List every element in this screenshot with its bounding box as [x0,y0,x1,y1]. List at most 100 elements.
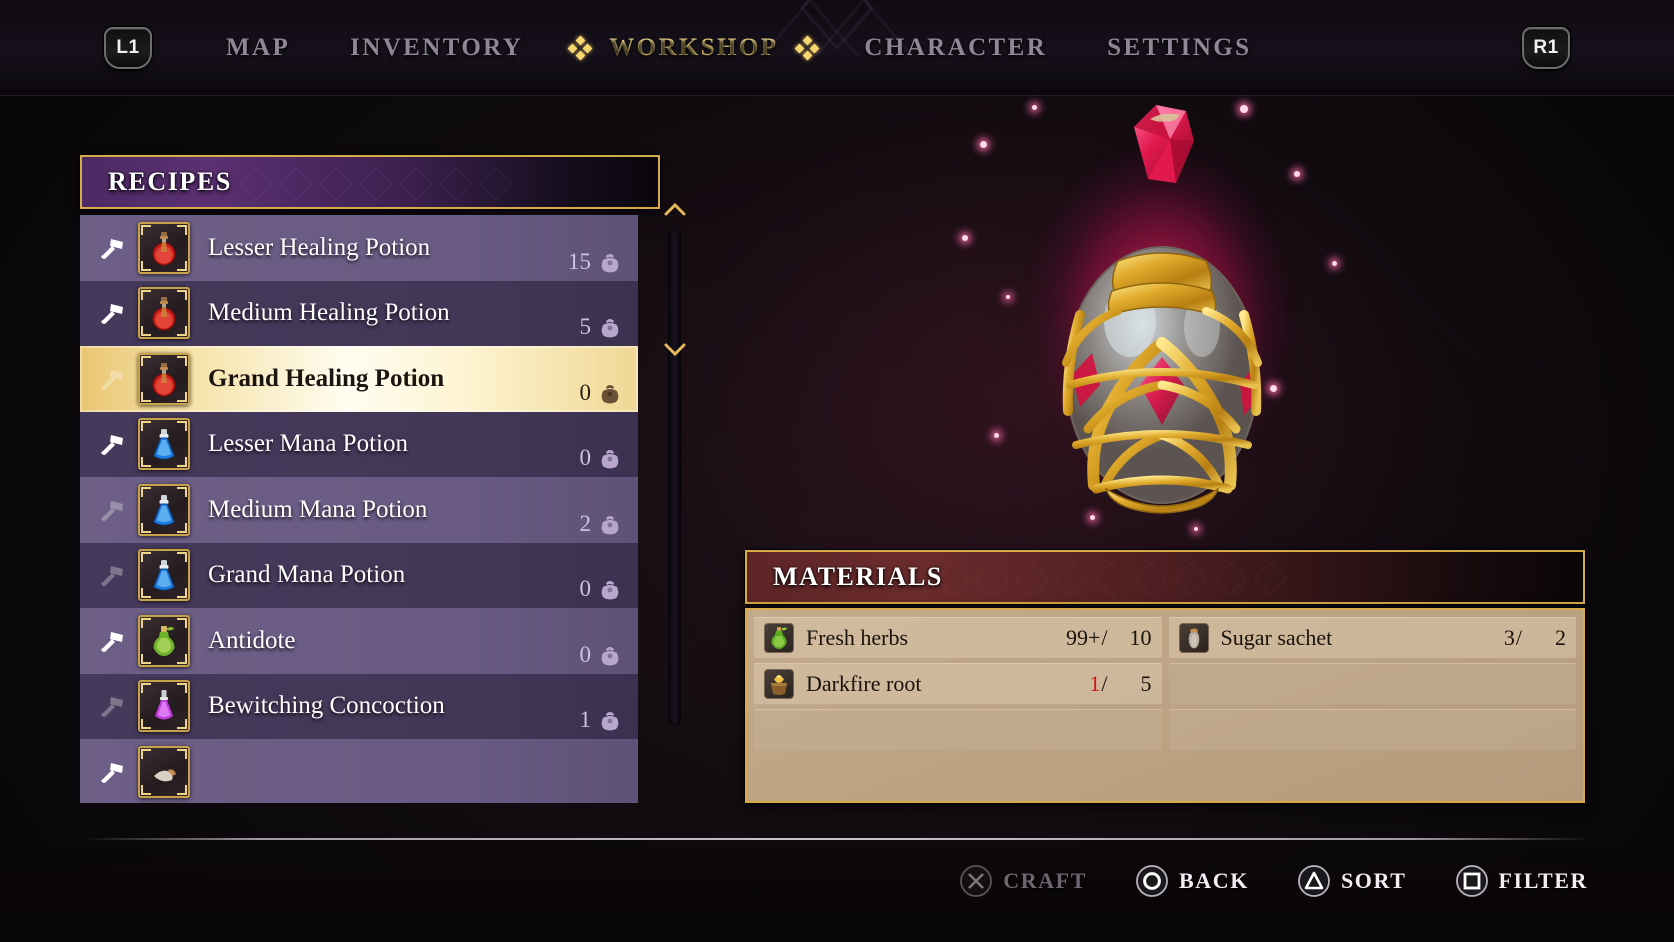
recipe-name: Bewitching Concoction [208,692,445,720]
recipes-panel: RECIPES Lesser Healing Potion 15 Medium H… [80,155,660,803]
material-have: 99+ [1065,624,1101,650]
chevron-down-icon[interactable] [662,340,688,358]
diamond-ornament-right-icon [794,35,820,61]
material-slot-empty [754,709,1162,750]
tab-inventory-label: INVENTORY [350,34,524,61]
recipe-quantity-value: 0 [579,445,592,470]
hammer-icon [98,626,128,656]
recipe-row[interactable]: Bewitching Concoction 1 [80,673,638,739]
materials-title: MATERIALS [773,562,943,591]
item-artwork [940,85,1380,545]
shoulder-button-l1[interactable]: L1 [104,27,152,69]
recipe-item-icon [138,221,190,274]
material-name: Fresh herbs [806,624,909,650]
tab-map[interactable]: MAP [196,0,320,95]
recipe-quantity-value: 1 [579,707,592,732]
material-separator: / [1515,624,1522,650]
recipe-list[interactable]: Lesser Healing Potion 15 Medium Healing P… [80,215,638,803]
tab-map-label: MAP [226,34,291,61]
bottom-divider [82,838,1592,840]
recipe-name: Grand Healing Potion [208,364,445,392]
tab-character-label: CHARACTER [864,34,1048,61]
materials-header: MATERIALS [745,550,1585,604]
top-navigation-bar: L1 MAP INVENTORY WORKSHOP CHARACTER SETT… [0,0,1674,96]
recipe-item-icon [138,418,190,471]
material-separator: / [1101,670,1108,696]
prompt-label: FILTER [1498,868,1588,893]
cross-button-icon[interactable] [959,864,993,898]
shoulder-r1-label: R1 [1533,37,1559,58]
recipe-quantity: 5 [580,314,623,340]
recipe-quantity-value: 0 [579,576,592,601]
recipe-quantity-value: 15 [568,248,591,274]
recipe-row[interactable]: Antidote 0 [80,608,638,674]
root-basket-icon [764,668,794,699]
prompt-label: SORT [1340,868,1407,893]
material-need: 10 [1129,624,1152,650]
material-have: 3 [1503,624,1515,650]
recipe-row[interactable]: Grand Healing Potion 0 [80,346,638,412]
recipes-header: RECIPES [80,155,660,209]
tab-settings-label: SETTINGS [1107,34,1252,61]
recipe-name: Lesser Mana Potion [208,430,408,458]
material-slot: Fresh herbs 99+/ 10 [754,617,1162,658]
prompt-sort[interactable]: SORT [1297,864,1407,898]
recipe-row[interactable]: Medium Mana Potion 2 [80,477,638,543]
recipe-quantity: 15 [568,249,622,275]
material-slot: Darkfire root 1/ 5 [754,663,1162,704]
recipe-name: Medium Mana Potion [208,495,428,523]
prompt-label: CRAFT [1003,868,1087,893]
hammer-icon [98,691,128,721]
recipe-row[interactable]: Medium Healing Potion 5 [80,280,638,346]
recipe-name: Lesser Healing Potion [208,233,431,261]
tab-workshop[interactable]: WORKSHOP [553,0,835,95]
materials-column-right: Sugar sachet 3/ 2 [1168,617,1576,794]
material-quantity: 99+/ 10 [1054,624,1152,651]
materials-grid: Fresh herbs 99+/10 Darkfire root 1/5 Sugar… [745,608,1585,803]
scrollbar-track[interactable] [668,230,681,726]
recipe-row[interactable]: Lesser Mana Potion 0 [80,411,638,477]
recipe-item-icon [138,745,190,798]
recipe-quantity: 2 [580,511,623,537]
nav-tabs: MAP INVENTORY WORKSHOP CHARACTER SETTING… [196,0,1281,95]
recipe-scrollbar[interactable] [662,200,688,760]
material-need: 5 [1140,670,1152,696]
recipe-quantity: 0 [580,445,623,471]
prompt-label: BACK [1178,868,1249,893]
recipe-quantity: 0 [580,642,623,668]
recipe-quantity: 0 [580,576,623,602]
sachet-icon [1178,622,1209,653]
shoulder-button-r1[interactable]: R1 [1522,27,1570,69]
recipe-quantity-value: 5 [579,314,592,339]
grand-healing-potion-icon [1062,105,1262,514]
materials-column-left: Fresh herbs 99+/ 10 Darkfire root 1/ 5 [754,617,1162,794]
recipe-quantity-value: 2 [579,510,592,536]
recipe-item-icon [138,352,190,405]
recipe-row[interactable]: Lesser Healing Potion 15 [80,215,638,281]
tab-settings[interactable]: SETTINGS [1077,0,1281,95]
materials-panel: MATERIALS Fresh herbs 99+/10 Darkfire roo… [745,550,1585,803]
material-slot-empty [1168,663,1576,704]
recipe-row[interactable] [80,739,638,803]
recipe-item-icon [138,680,190,733]
tab-inventory[interactable]: INVENTORY [320,0,553,95]
chevron-up-icon[interactable] [662,200,688,218]
button-prompts: CRAFT BACK SORT FILTER [959,864,1588,898]
recipes-title: RECIPES [108,167,232,196]
material-name: Darkfire root [806,670,922,696]
prompt-craft[interactable]: CRAFT [959,864,1087,898]
material-slot-empty [1168,709,1576,750]
hammer-icon [98,233,128,263]
recipe-row[interactable]: Grand Mana Potion 0 [80,542,638,608]
triangle-button-icon[interactable] [1297,864,1331,898]
tab-character[interactable]: CHARACTER [834,0,1077,95]
nav-row: L1 MAP INVENTORY WORKSHOP CHARACTER SETT… [0,0,1674,95]
prompt-filter[interactable]: FILTER [1455,864,1589,898]
circle-button-icon[interactable] [1135,864,1169,898]
square-button-icon[interactable] [1455,864,1489,898]
recipe-item-icon [138,287,190,340]
material-have: 1 [1089,670,1101,696]
material-separator: / [1101,624,1108,650]
prompt-back[interactable]: BACK [1135,864,1249,898]
hammer-icon [98,298,128,328]
